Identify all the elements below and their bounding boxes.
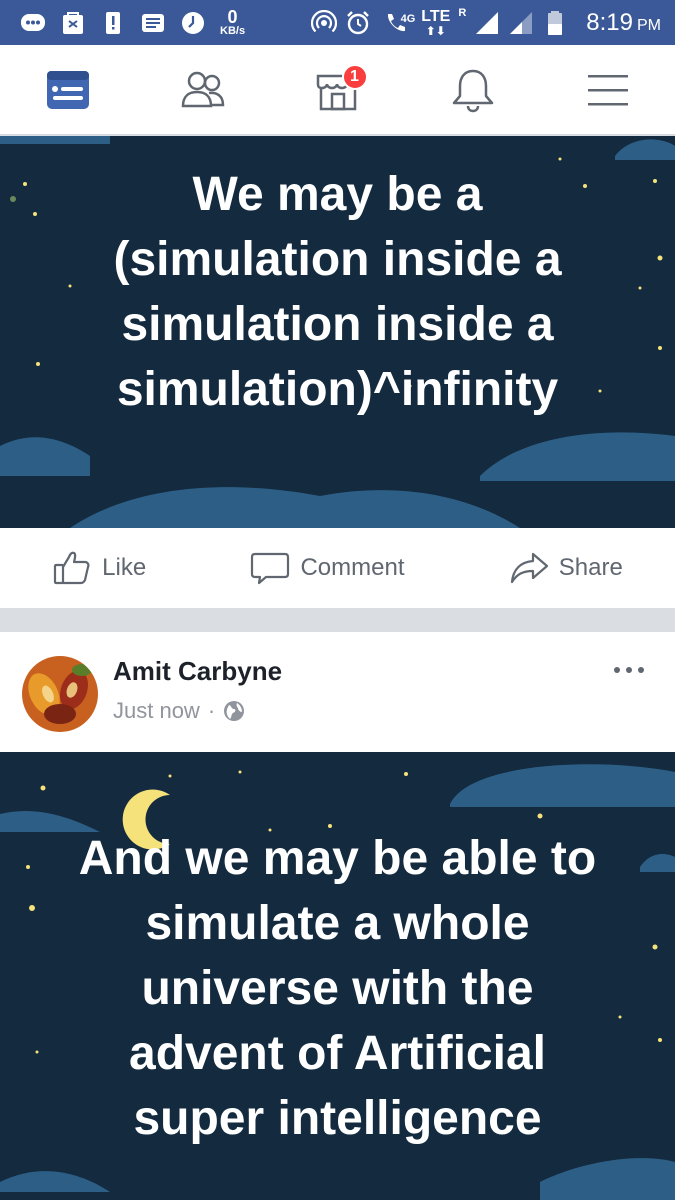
avatar[interactable] bbox=[22, 656, 98, 732]
signal-icon-secondary bbox=[508, 10, 534, 36]
share-arrow-icon bbox=[510, 552, 548, 584]
news-feed-icon bbox=[46, 70, 89, 109]
feed-divider bbox=[0, 608, 675, 632]
globe-icon[interactable] bbox=[223, 700, 245, 722]
more-options-icon[interactable] bbox=[611, 660, 647, 680]
shopping-bag-icon bbox=[60, 10, 86, 36]
hotspot-icon bbox=[311, 9, 338, 36]
top-navigation: 1 bbox=[0, 45, 675, 135]
clock-time: 8:19 PM bbox=[586, 8, 661, 36]
post-background-2: And we may be able to simulate a whole u… bbox=[0, 752, 675, 1200]
post-text: We may be a (simulation inside a simulat… bbox=[113, 168, 562, 416]
nav-news-feed[interactable] bbox=[38, 60, 98, 120]
meta-separator: · bbox=[207, 698, 216, 723]
signal-icon bbox=[474, 10, 500, 36]
post-header: Amit Carbyne Just now · bbox=[0, 632, 675, 752]
wifi-calling-icon: 4G bbox=[379, 10, 415, 36]
network-speed: 0 KB/s bbox=[220, 7, 246, 37]
chat-bubble-icon bbox=[20, 10, 46, 36]
status-bar: 0 KB/s 4G LTE ⬆⬇ R 8:19 PM bbox=[0, 0, 675, 45]
marketplace-badge: 1 bbox=[341, 63, 368, 90]
friends-icon bbox=[181, 71, 224, 107]
comment-button[interactable]: Comment bbox=[250, 548, 405, 588]
nav-notifications[interactable] bbox=[443, 60, 503, 120]
post-timestamp[interactable]: Just now bbox=[113, 698, 200, 724]
post-text-2: And we may be able to simulate a whole u… bbox=[78, 832, 597, 1145]
post-background: We may be a (simulation inside a simulat… bbox=[0, 136, 675, 528]
post-meta: Just now · bbox=[113, 698, 245, 724]
alert-icon bbox=[100, 10, 126, 36]
nav-marketplace[interactable]: 1 bbox=[308, 60, 368, 120]
hamburger-icon bbox=[587, 74, 628, 105]
lte-indicator: LTE ⬆⬇ bbox=[421, 7, 451, 38]
nav-menu[interactable] bbox=[578, 60, 638, 120]
like-button[interactable]: Like bbox=[52, 548, 146, 588]
moon bbox=[140, 136, 190, 161]
clock-icon bbox=[180, 10, 206, 36]
bell-icon bbox=[452, 69, 493, 112]
roaming-indicator: R bbox=[458, 7, 467, 19]
share-button[interactable]: Share bbox=[509, 548, 623, 588]
comment-icon bbox=[251, 552, 290, 585]
thumbs-up-icon bbox=[54, 551, 90, 585]
battery-icon bbox=[542, 10, 568, 36]
news-icon bbox=[140, 10, 166, 36]
alarm-icon bbox=[345, 10, 371, 36]
post-actions: Like Comment Share bbox=[0, 528, 675, 608]
post-author[interactable]: Amit Carbyne bbox=[113, 656, 282, 687]
nav-friends[interactable] bbox=[173, 60, 233, 120]
